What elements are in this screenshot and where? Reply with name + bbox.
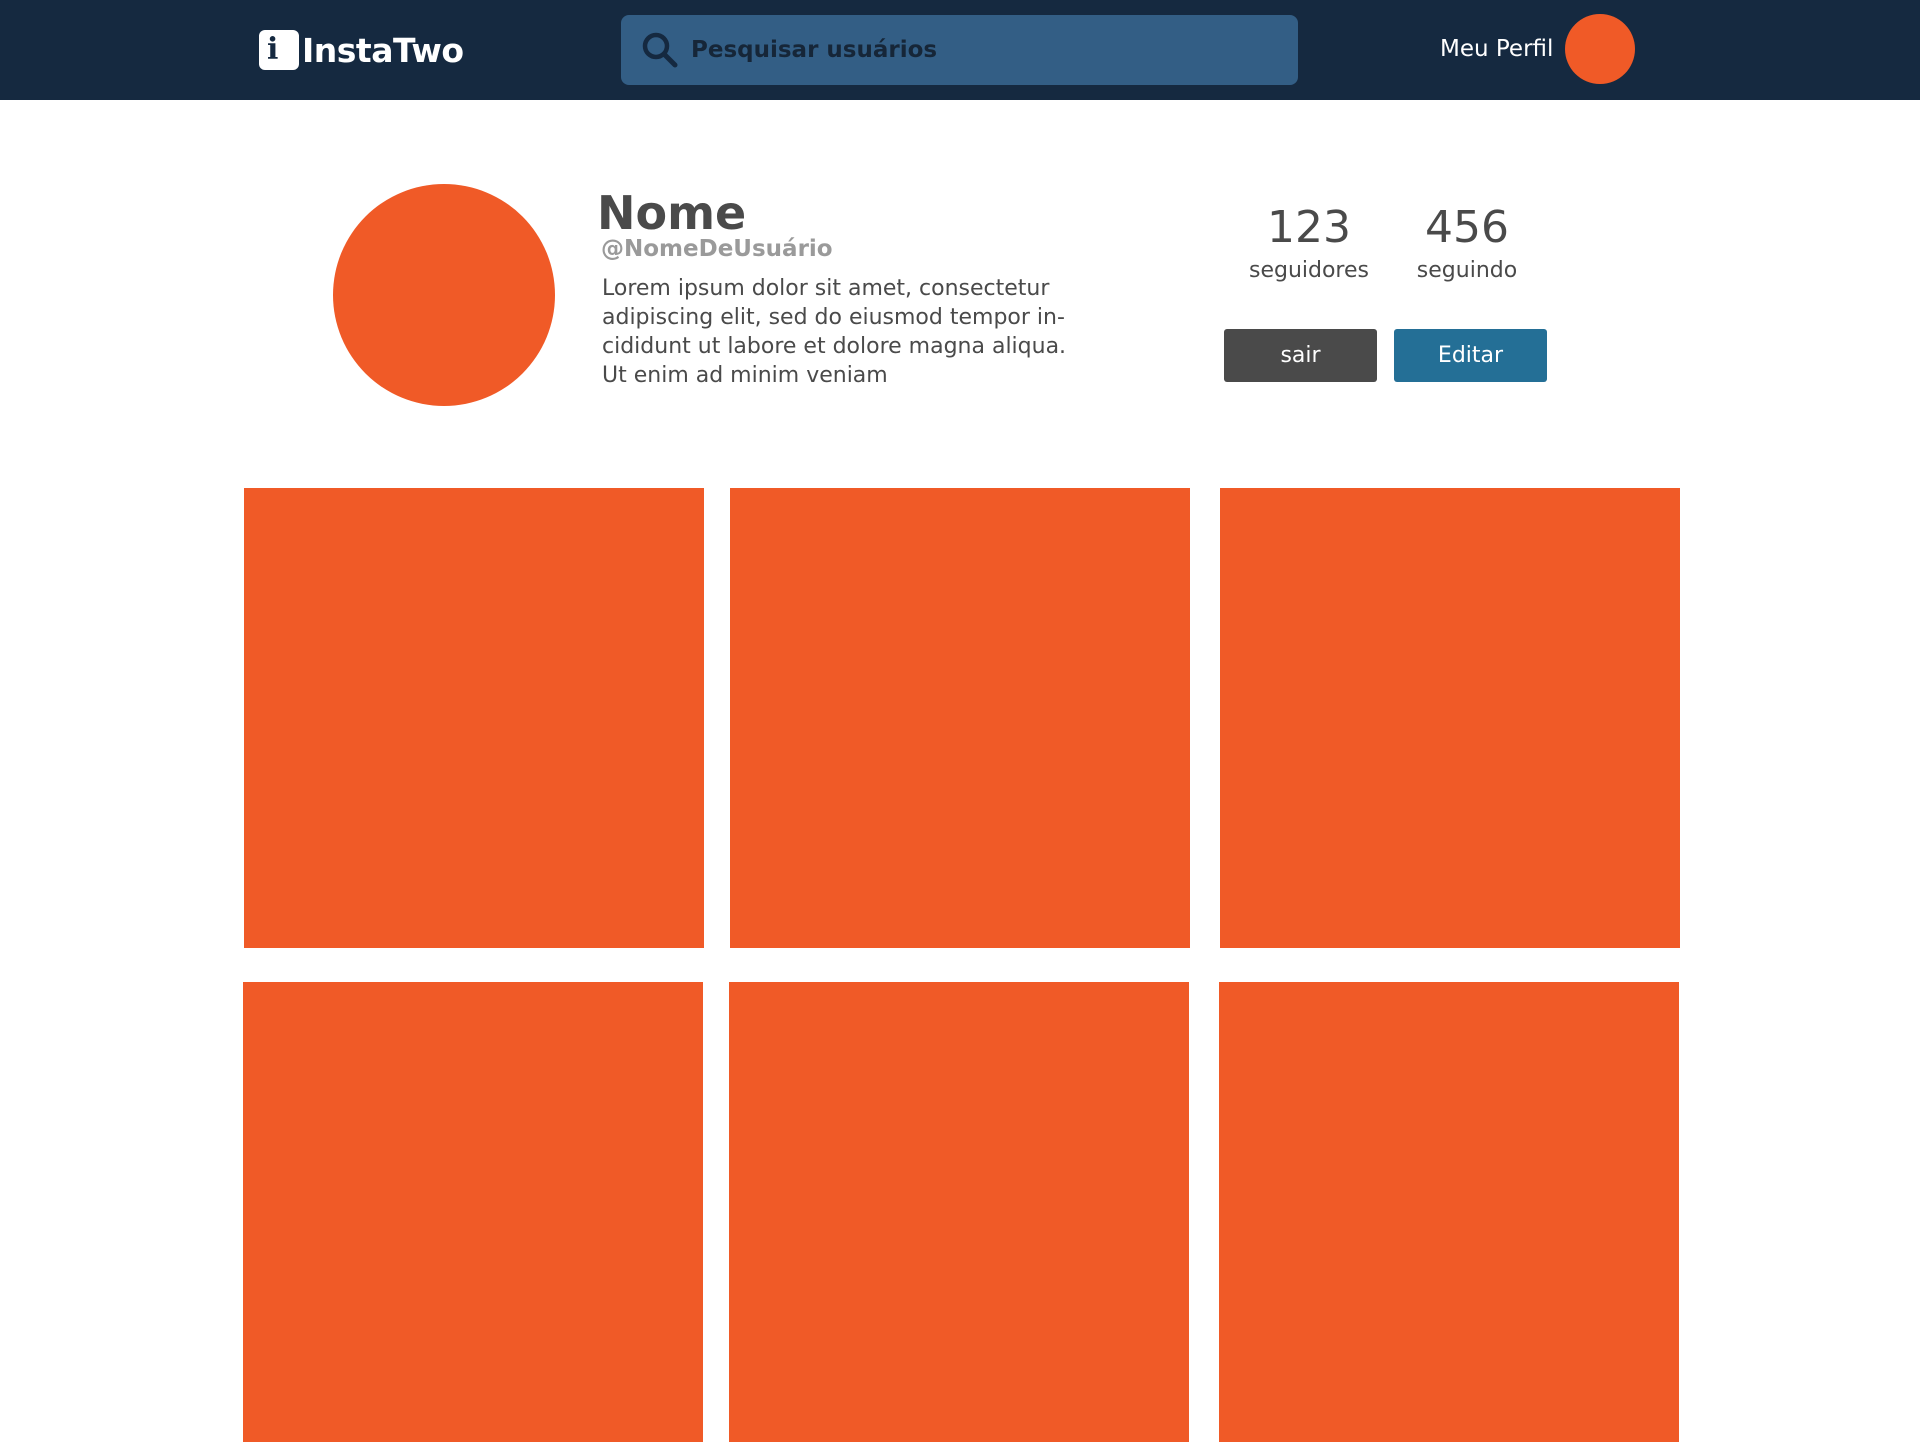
following-stat[interactable]: 456 seguindo <box>1392 200 1542 286</box>
post-thumbnail[interactable] <box>729 982 1189 1442</box>
post-thumbnail[interactable] <box>243 982 703 1442</box>
following-label: seguindo <box>1416 258 1518 283</box>
avatar[interactable] <box>1565 14 1636 84</box>
post-thumbnail[interactable] <box>1219 982 1679 1442</box>
profile-bio: Lorem ipsum dolor sit amet, consectetur … <box>602 276 1067 388</box>
logout-button[interactable]: sair <box>1224 329 1377 382</box>
profile-avatar <box>333 184 555 406</box>
logo-glyph: i <box>267 32 279 67</box>
top-navigation-bar: i InstaTwo Meu Perfil <box>0 0 1920 100</box>
following-count: 456 <box>1425 202 1509 253</box>
brand-name: InstaTwo <box>302 30 464 70</box>
followers-count: 123 <box>1267 202 1351 253</box>
search-input[interactable] <box>689 25 1279 75</box>
search-bar[interactable] <box>621 15 1298 85</box>
search-icon <box>642 32 678 68</box>
logo-icon: i <box>259 30 299 70</box>
my-profile-label: Meu Perfil <box>1440 36 1554 62</box>
brand-logo[interactable]: i InstaTwo <box>259 30 464 70</box>
post-thumbnail[interactable] <box>244 488 704 948</box>
post-thumbnail[interactable] <box>730 488 1190 948</box>
edit-profile-button[interactable]: Editar <box>1394 329 1547 382</box>
profile-username: @NomeDeUsuário <box>601 236 833 262</box>
followers-stat[interactable]: 123 seguidores <box>1234 200 1384 286</box>
post-thumbnail[interactable] <box>1220 488 1680 948</box>
my-profile-link[interactable]: Meu Perfil <box>1440 13 1636 85</box>
followers-label: seguidores <box>1248 258 1369 283</box>
